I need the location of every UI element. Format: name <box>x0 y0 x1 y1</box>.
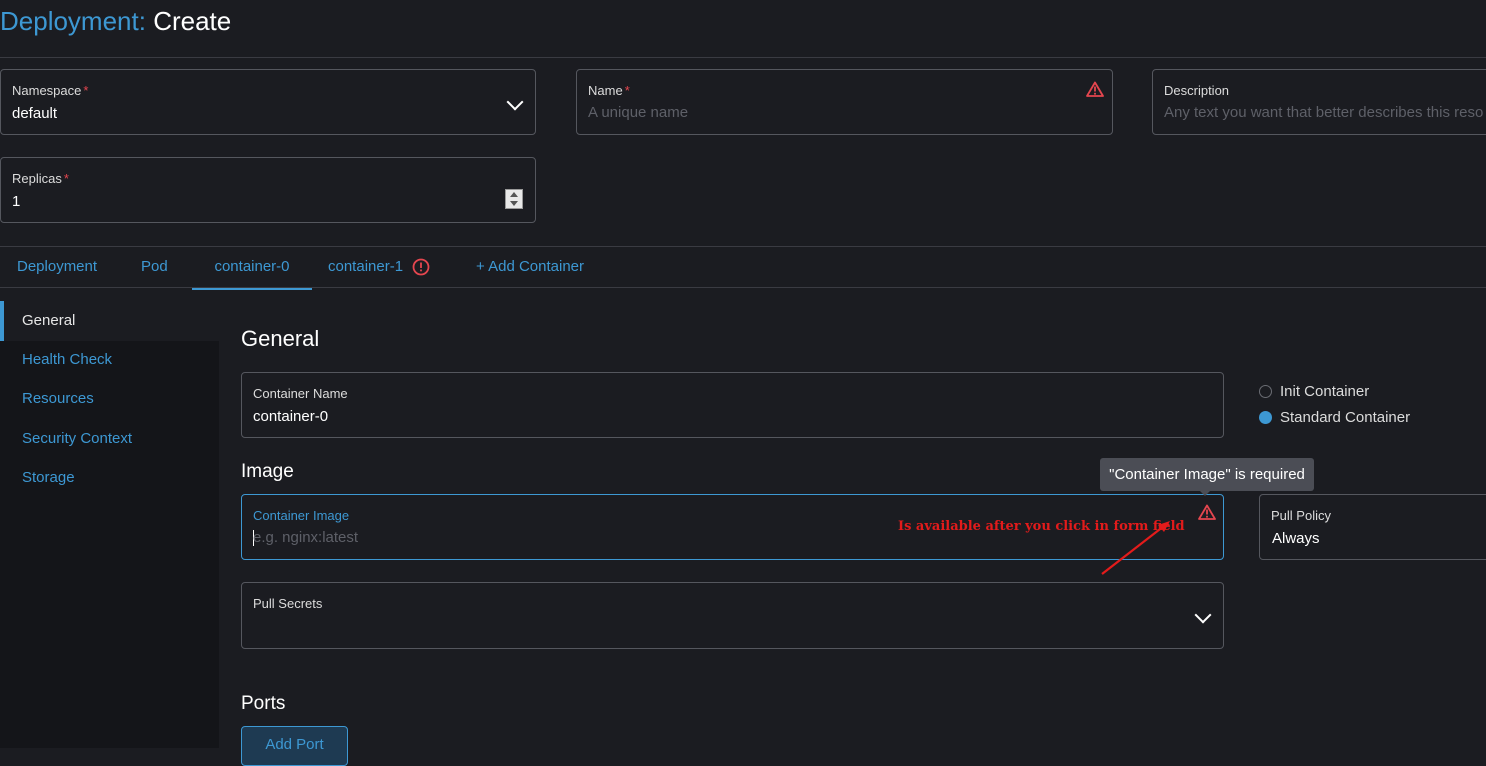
tab-container-1[interactable]: container-1 <box>328 247 430 288</box>
header-divider <box>0 57 1486 58</box>
container-name-label: Container Name <box>253 386 348 401</box>
sidenav-item-general[interactable]: General <box>0 301 219 341</box>
description-label: Description <box>1164 83 1230 98</box>
sidenav-item-storage[interactable]: Storage <box>0 458 219 498</box>
page-title: Deployment: Create <box>0 4 231 38</box>
number-stepper[interactable] <box>505 189 523 209</box>
pull-secrets-select[interactable]: Pull Secrets <box>241 582 1224 649</box>
add-container-button[interactable]: + Add Container <box>476 247 584 288</box>
page-title-resource: Deployment: <box>0 6 146 36</box>
general-heading: General <box>241 326 320 351</box>
annotation-arrow <box>1101 521 1170 575</box>
container-name-field[interactable]: Container Name container-0 <box>241 372 1224 438</box>
error-icon <box>412 258 430 276</box>
pull-policy-label: Pull Policy <box>1271 508 1331 523</box>
replicas-label: Replicas * <box>12 171 69 186</box>
pull-policy-select[interactable]: Pull Policy Always <box>1259 494 1486 560</box>
tab-container-0[interactable]: container-0 <box>192 247 312 290</box>
add-port-button[interactable]: Add Port <box>241 726 348 766</box>
container-image-placeholder: e.g. nginx:latest <box>253 529 359 546</box>
tab-bar: Deployment Pod container-0 container-1 +… <box>0 246 1486 290</box>
tab-container-1-label: container-1 <box>328 258 404 275</box>
replicas-field[interactable]: Replicas * 1 <box>0 157 536 223</box>
sidenav-item-health-check[interactable]: Health Check <box>0 340 219 380</box>
image-heading: Image <box>241 461 294 482</box>
replicas-value: 1 <box>12 193 21 210</box>
description-placeholder: Any text you want that better describes … <box>1164 104 1484 121</box>
name-label: Name * <box>588 83 630 98</box>
ports-heading: Ports <box>241 693 286 714</box>
name-placeholder: A unique name <box>588 104 689 121</box>
pull-secrets-label: Pull Secrets <box>253 596 323 611</box>
tab-pod[interactable]: Pod <box>141 247 168 288</box>
page-title-action: Create <box>153 6 232 36</box>
namespace-value: default <box>12 105 58 122</box>
name-field[interactable]: Name * A unique name <box>576 69 1113 135</box>
required-tooltip: "Container Image" is required <box>1100 458 1314 496</box>
pull-policy-value: Always <box>1272 530 1320 547</box>
warning-icon <box>1198 504 1216 520</box>
chevron-down-icon <box>506 93 524 111</box>
sidenav-item-security-context[interactable]: Security Context <box>0 419 219 459</box>
warning-icon <box>1086 81 1104 97</box>
namespace-label: Namespace * <box>12 83 89 98</box>
container-name-value: container-0 <box>253 408 329 425</box>
radio-unchecked-icon <box>1259 385 1272 398</box>
description-field[interactable]: Description Any text you want that bette… <box>1152 69 1486 135</box>
radio-checked-icon <box>1259 411 1272 424</box>
container-image-label: Container Image <box>253 508 350 523</box>
namespace-select[interactable]: Namespace * default <box>0 69 536 135</box>
tab-deployment[interactable]: Deployment <box>17 247 97 288</box>
side-nav: General Health Check Resources Security … <box>0 301 219 748</box>
chevron-down-icon <box>1194 606 1212 624</box>
sidenav-item-resources[interactable]: Resources <box>0 379 219 419</box>
